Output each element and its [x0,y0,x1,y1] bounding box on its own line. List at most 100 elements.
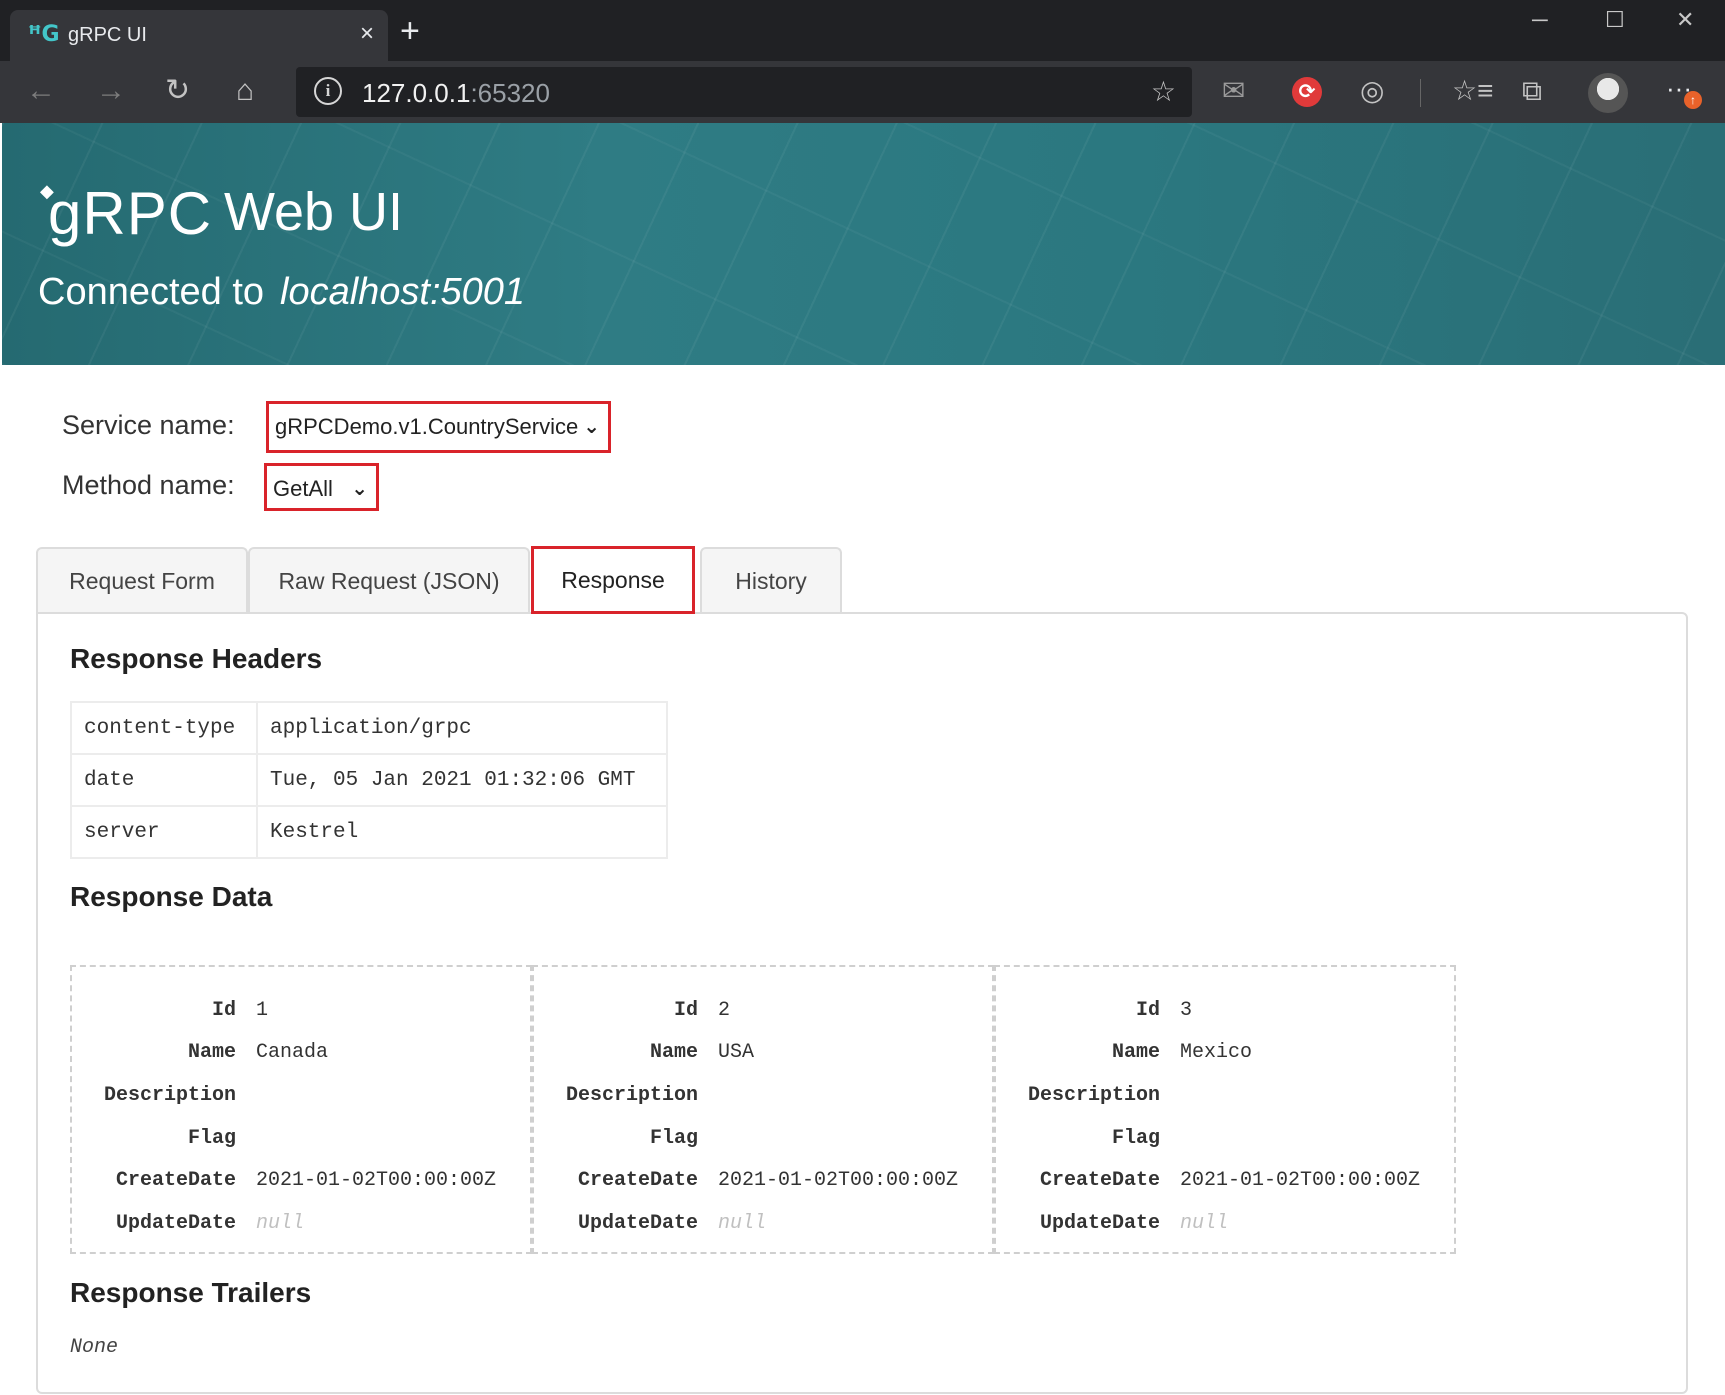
browser-toolbar: ← → ↻ ⌂ i 127.0.0.1:65320 ☆ ✉ ⟳ ◎ ☆≡ ⧉ ·… [0,61,1725,123]
url-port: :65320 [470,78,550,108]
header-value: Kestrel [256,805,668,859]
grpc-favicon-icon: ꟸG [28,22,60,47]
address-bar[interactable]: i 127.0.0.1:65320 ☆ [296,67,1192,117]
tab-history[interactable]: History [700,547,842,613]
field-value-null: null [256,1212,305,1235]
sync-extension-icon[interactable]: ⟳ [1292,77,1322,107]
field-key: Description [1027,1084,1160,1107]
service-name-value: gRPCDemo.v1.CountryService [275,414,579,439]
method-name-label: Method name: [62,470,235,500]
field-key: Description [565,1084,698,1107]
service-name-select[interactable]: gRPCDemo.v1.CountryService ⌄ [266,401,611,453]
field-row-description: Description [72,1084,530,1114]
tab-response[interactable]: Response [531,546,695,614]
target-icon[interactable]: ◎ [1360,73,1384,109]
connected-label: Connected to [38,271,265,313]
mail-icon[interactable]: ✉ [1222,73,1245,109]
field-value: Mexico [1180,1041,1253,1064]
field-value: 2021-01-02T00:00:00Z [718,1169,959,1192]
browser-tab-strip: ꟸG gRPC UI × + ─ ☐ ✕ [0,0,1725,61]
service-name-label: Service name: [62,410,235,440]
chevron-down-icon: ⌄ [351,478,368,500]
field-key: UpdateDate [1039,1212,1160,1235]
field-row-update-date: UpdateDate null [996,1212,1454,1242]
field-row-id: Id 3 [996,999,1454,1029]
profile-avatar[interactable] [1588,73,1628,113]
response-headers-table: content-type application/grpc date Tue, … [70,701,668,859]
method-name-select[interactable]: GetAll ⌄ [264,463,379,511]
field-row-flag: Flag [72,1127,530,1157]
header-value: application/grpc [256,701,668,755]
data-card: Id 1 Name Canada Description Flag Create… [70,965,532,1254]
field-row-description: Description [996,1084,1454,1114]
response-data-cards: Id 1 Name Canada Description Flag Create… [70,965,1456,1254]
maximize-button[interactable]: ☐ [1605,8,1625,32]
field-key: Name [187,1041,236,1064]
url-host: 127.0.0.1 [362,78,471,108]
field-row-update-date: UpdateDate null [534,1212,992,1242]
field-key: Flag [187,1127,236,1150]
field-value: 3 [1180,999,1193,1022]
data-card: Id 3 Name Mexico Description Flag Create… [994,965,1456,1254]
tab-close-icon[interactable]: × [360,20,374,48]
field-key: CreateDate [1039,1169,1160,1192]
field-row-create-date: CreateDate 2021-01-02T00:00:00Z [534,1169,992,1199]
field-key: Description [103,1084,236,1107]
field-row-flag: Flag [534,1127,992,1157]
site-info-icon[interactable]: i [314,77,342,105]
field-key: Id [1135,999,1160,1022]
header-value: Tue, 05 Jan 2021 01:32:06 GMT [256,753,668,807]
method-name-value: GetAll [273,476,333,501]
field-row-update-date: UpdateDate null [72,1212,530,1242]
field-key: Flag [1111,1127,1160,1150]
window-close-button[interactable]: ✕ [1676,8,1694,32]
field-value: Canada [256,1041,329,1064]
response-trailers-title: Response Trailers [70,1277,312,1308]
field-key: UpdateDate [577,1212,698,1235]
url-text[interactable]: 127.0.0.1:65320 [362,78,550,109]
field-key: Id [211,999,236,1022]
browser-tab[interactable]: ꟸG gRPC UI × [10,10,388,61]
field-row-create-date: CreateDate 2021-01-02T00:00:00Z [996,1169,1454,1199]
field-row-name: Name Mexico [996,1041,1454,1071]
field-key: Name [1111,1041,1160,1064]
header-key: date [70,753,258,807]
field-value: 1 [256,999,269,1022]
field-value: USA [718,1041,755,1064]
response-data-title: Response Data [70,881,273,912]
field-row-id: Id 2 [534,999,992,1029]
field-row-id: Id 1 [72,999,530,1029]
forward-arrow-icon[interactable]: → [96,69,126,113]
field-row-name: Name Canada [72,1041,530,1071]
minimize-button[interactable]: ─ [1532,8,1548,32]
connected-host: localhost:5001 [280,271,526,313]
tab-raw-request[interactable]: Raw Request (JSON) [248,547,530,613]
field-key: CreateDate [577,1169,698,1192]
home-icon[interactable]: ⌂ [236,69,254,113]
favorite-star-icon[interactable]: ☆ [1151,75,1176,108]
reload-icon[interactable]: ↻ [165,69,190,113]
collections-icon[interactable]: ⧉ [1522,73,1542,109]
toolbar-divider [1420,79,1421,107]
tab-request-form[interactable]: Request Form [36,547,248,613]
update-badge-icon: ↑ [1684,91,1702,109]
back-arrow-icon[interactable]: ← [26,69,56,113]
table-row: server Kestrel [70,805,668,859]
field-key: Flag [649,1127,698,1150]
field-value-null: null [1180,1212,1229,1235]
field-row-name: Name USA [534,1041,992,1071]
header-banner: ◆ gRPC Web UI Connected to localhost:500… [2,123,1725,365]
field-value: 2 [718,999,731,1022]
field-value: 2021-01-02T00:00:00Z [256,1169,497,1192]
field-key: Id [673,999,698,1022]
field-value-null: null [718,1212,767,1235]
favorites-list-icon[interactable]: ☆≡ [1452,73,1493,109]
header-key: content-type [70,701,258,755]
field-row-create-date: CreateDate 2021-01-02T00:00:00Z [72,1169,530,1199]
response-headers-title: Response Headers [70,643,323,674]
field-key: UpdateDate [115,1212,236,1235]
new-tab-button[interactable]: + [400,14,420,48]
field-row-description: Description [534,1084,992,1114]
field-row-flag: Flag [996,1127,1454,1157]
table-row: content-type application/grpc [70,701,668,755]
